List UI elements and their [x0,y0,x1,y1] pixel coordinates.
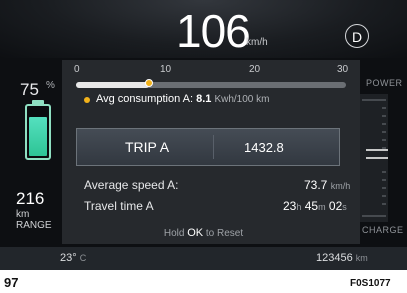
temperature-unit: C [79,253,87,263]
travel-seconds-unit: s [342,202,347,212]
consumption-bar [76,82,346,88]
odometer-value: 123456 [316,252,353,264]
power-gauge [360,94,388,222]
travel-minutes-unit: m [318,202,326,212]
consumption-marker [144,79,153,87]
avg-consumption-value: 8.1 [196,93,212,105]
trip-distance: 1432.8 [244,140,284,155]
consumption-tick-20: 20 [249,64,261,75]
avg-speed-value: 73.7 [304,178,328,192]
avg-speed-unit: km/h [330,181,351,191]
trip-selector: TRIP A 1432.8 [76,128,340,166]
instrument-display: 106 km/h D 75 % 216 km RANGE POWER CHARG… [0,0,407,270]
travel-hours-unit: h [296,202,302,212]
reset-hint-pre: Hold [163,228,185,239]
figure-code: F0S1077 [350,278,391,289]
battery-icon [25,104,51,160]
consumption-bar-fill [76,82,149,88]
travel-time-label: Travel time A [84,199,154,213]
power-label: POWER [366,78,403,88]
consumption-bullet-icon [84,97,90,103]
gear-indicator: D [345,24,369,48]
travel-minutes: 45 [304,199,319,213]
consumption-tick-30: 30 [337,64,349,75]
status-bar: 23° C 123456 km [0,247,407,270]
odometer-unit: km [355,253,368,263]
battery-percent: 75 [20,80,39,99]
speed-readout: 106 [176,5,251,57]
trip-label: TRIP A [125,139,170,155]
speed-unit: km/h [246,37,268,48]
travel-hours: 23 [283,199,297,213]
consumption-tick-0: 0 [74,64,80,75]
battery-percent-symbol: % [46,80,55,91]
range-value: 216 [16,189,45,208]
trip-divider [213,135,214,159]
travel-seconds: 02 [328,199,343,213]
figure-number: 97 [4,275,19,290]
range-unit: km [16,209,30,220]
odometer: 123456 km [316,252,368,264]
consumption-tick-10: 10 [160,64,172,75]
avg-consumption-label: Avg consumption A: [96,93,194,105]
battery-level-fill [29,117,47,156]
avg-speed: 73.7 km/h [304,178,350,192]
outside-temperature: 23° C [60,252,86,264]
reset-hint-post: to Reset [205,228,244,239]
avg-consumption: Avg consumption A: 8.1 Kwh/100 km [96,93,269,105]
travel-time: 23h 45m 02s [283,199,347,213]
reset-hint-key: OK [187,227,204,239]
avg-consumption-unit: Kwh/100 km [214,94,270,105]
temperature-value: 23° [60,252,77,264]
avg-speed-label: Average speed A: [84,178,179,192]
reset-hint: Hold OK to Reset [0,227,407,239]
